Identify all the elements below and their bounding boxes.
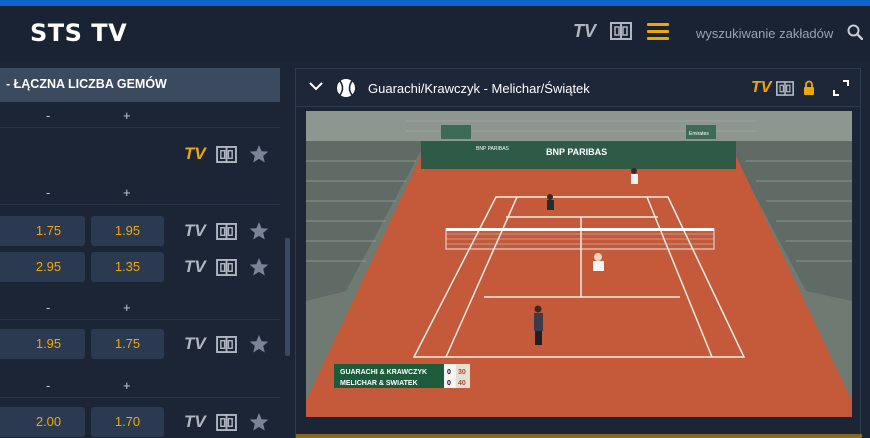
odds-button[interactable]: 1.70: [91, 407, 164, 437]
score-team2: MELICHAR & SWIATEK: [340, 380, 418, 387]
court-icon[interactable]: [216, 414, 237, 431]
plus-column-label: +: [123, 300, 131, 315]
tv-icon[interactable]: TV: [184, 221, 206, 241]
chevron-down-icon[interactable]: [309, 81, 323, 91]
brand-logo[interactable]: STS TV: [30, 19, 127, 47]
minus-column-label: -: [46, 378, 51, 393]
column-header-row: - +: [0, 374, 280, 398]
score-team1-games: 0: [447, 369, 451, 376]
tv-icon[interactable]: TV: [573, 21, 596, 42]
market-title[interactable]: - ŁĄCZNA LICZBA GEMÓW: [0, 68, 280, 102]
minus-column-label: -: [46, 300, 51, 315]
lock-icon[interactable]: [803, 80, 815, 95]
court-icon[interactable]: [216, 146, 237, 163]
column-header-row: - +: [0, 296, 280, 320]
tv-icon[interactable]: TV: [184, 144, 206, 164]
court-icon[interactable]: [216, 336, 237, 353]
sponsor-text: BNP PARIBAS: [546, 147, 607, 157]
tv-icon[interactable]: TV: [184, 257, 206, 277]
odds-button[interactable]: 1.75: [91, 329, 164, 359]
odds-button[interactable]: 2.00: [0, 407, 85, 437]
sponsor-text-small: BNP PARIBAS: [476, 146, 510, 152]
clock-brand: Emirates: [689, 131, 709, 137]
score-team1: GUARACHI & KRAWCZYK: [340, 369, 427, 376]
match-title: Guarachi/Krawczyk - Melichar/Świątek: [368, 81, 590, 96]
star-icon[interactable]: [249, 412, 269, 432]
stream-panel: Guarachi/Krawczyk - Melichar/Świątek TV …: [295, 68, 861, 438]
expand-icon[interactable]: [833, 80, 849, 96]
star-icon[interactable]: [249, 334, 269, 354]
tv-icon[interactable]: TV: [751, 79, 771, 97]
court-icon[interactable]: [610, 22, 632, 40]
star-icon[interactable]: [249, 257, 269, 277]
odds-button[interactable]: 1.75: [0, 216, 85, 246]
scrollbar[interactable]: [285, 238, 290, 356]
column-header-row: - +: [0, 181, 280, 205]
tv-icon[interactable]: TV: [184, 412, 206, 432]
menu-icon[interactable]: [647, 23, 669, 40]
column-header-row: - +: [0, 104, 280, 128]
court-icon[interactable]: [216, 259, 237, 276]
odds-button[interactable]: 2.95: [0, 252, 85, 282]
search-input[interactable]: wyszukiwanie zakładów: [696, 26, 833, 41]
plus-column-label: +: [123, 108, 131, 123]
court-icon[interactable]: [776, 81, 794, 96]
score-team2-points: 40: [458, 380, 466, 387]
video-player[interactable]: BNP PARIBAS BNP PARIBAS Emirates GUARACH…: [306, 111, 852, 417]
markets-panel: - ŁĄCZNA LICZBA GEMÓW - + TV - + 1.75 1.…: [0, 68, 285, 438]
minus-column-label: -: [46, 185, 51, 200]
tennis-ball-icon: [337, 79, 355, 97]
top-bar: STS TV TV wyszukiwanie zakładów: [0, 0, 870, 62]
tv-icon[interactable]: TV: [184, 334, 206, 354]
minus-column-label: -: [46, 108, 51, 123]
score-team2-games: 0: [447, 380, 451, 387]
search-icon[interactable]: [847, 24, 863, 40]
odds-button[interactable]: 1.35: [91, 252, 164, 282]
star-icon[interactable]: [249, 144, 269, 164]
divider: [296, 434, 862, 438]
scoreboard: GUARACHI & KRAWCZYK MELICHAR & SWIATEK 0…: [334, 364, 470, 388]
odds-button[interactable]: 1.95: [91, 216, 164, 246]
star-icon[interactable]: [249, 221, 269, 241]
score-team1-points: 30: [458, 369, 466, 376]
plus-column-label: +: [123, 185, 131, 200]
court-icon[interactable]: [216, 223, 237, 240]
odds-button[interactable]: 1.95: [0, 329, 85, 359]
plus-column-label: +: [123, 378, 131, 393]
stream-header: Guarachi/Krawczyk - Melichar/Świątek TV: [296, 69, 860, 107]
